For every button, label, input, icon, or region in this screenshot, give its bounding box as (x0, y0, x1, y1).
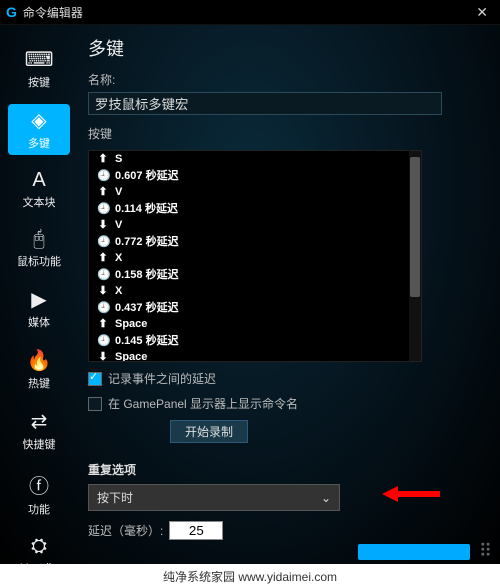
close-icon[interactable]: ✕ (470, 4, 494, 21)
delay-input[interactable] (169, 521, 223, 540)
sidebar-item-4[interactable]: ▶ 媒体 (8, 283, 70, 334)
key-event-row[interactable]: 🕘 0.158 秒延迟 (89, 265, 421, 283)
sidebar-icon: ⇄ (8, 409, 70, 434)
event-text: 0.437 秒延迟 (115, 299, 179, 315)
sidebar-item-label: 快捷键 (23, 439, 56, 451)
sidebar-item-2[interactable]: A 文本块 (8, 165, 70, 214)
chevron-down-icon: ⌄ (321, 491, 331, 505)
event-icon: ⬇ (97, 218, 109, 231)
watermark-icon: ⠿ (479, 541, 492, 562)
sidebar-item-label: 鼠标功能 (17, 256, 61, 268)
sidebar-item-label: 多键 (28, 138, 50, 150)
keys-label: 按键 (88, 125, 482, 142)
event-icon: 🕘 (97, 235, 109, 248)
event-text: Space (115, 351, 147, 363)
event-icon: ⬆ (97, 185, 109, 198)
checkbox-gamepanel[interactable] (88, 397, 102, 411)
sidebar-item-7[interactable]: ⓕ 功能 (8, 466, 70, 521)
key-event-row[interactable]: ⬆X (89, 250, 421, 265)
event-text: 0.772 秒延迟 (115, 233, 179, 249)
repeat-mode-dropdown[interactable]: 按下时 ⌄ (88, 484, 340, 511)
event-text: 0.607 秒延迟 (115, 167, 179, 183)
sidebar-item-6[interactable]: ⇄ 快捷键 (8, 405, 70, 456)
key-event-row[interactable]: 🕘 0.145 秒延迟 (89, 331, 421, 349)
gamepanel-row[interactable]: 在 GamePanel 显示器上显示命令名 (88, 395, 482, 412)
event-icon: 🕘 (97, 334, 109, 347)
event-icon: ⬇ (97, 284, 109, 297)
sidebar-item-label: 文本块 (23, 197, 56, 209)
sidebar-item-label: 按键 (28, 77, 50, 89)
sidebar: ⌨按键◈多键A文本块🖰鼠标功能▶媒体🔥热键⇄快捷键ⓕ功能⛭Ventrilo (0, 25, 78, 565)
footer: 纯净系统家园 www.yidaimei.com (0, 564, 500, 588)
event-text: Space (115, 318, 147, 330)
key-event-row[interactable]: 🕘 0.607 秒延迟 (89, 166, 421, 184)
ok-button[interactable] (358, 544, 470, 560)
event-icon: 🕘 (97, 301, 109, 314)
sidebar-icon: ▶ (8, 287, 70, 312)
window-title: 命令编辑器 (23, 4, 83, 21)
key-event-row[interactable]: 🕘 0.772 秒延迟 (89, 232, 421, 250)
main-panel: 多键 名称: 按键 ⬆S🕘0.607 秒延迟⬆V🕘0.114 秒延迟⬇V🕘0.7… (78, 25, 500, 565)
key-event-row[interactable]: ⬇V (89, 217, 421, 232)
repeat-mode-value: 按下时 (97, 489, 133, 506)
event-text: V (115, 186, 122, 198)
record-delay-row[interactable]: 记录事件之间的延迟 (88, 370, 482, 387)
event-icon: ⬇ (97, 350, 109, 362)
sidebar-item-1[interactable]: ◈ 多键 (8, 104, 70, 155)
sidebar-icon: ⌨ (8, 47, 70, 72)
event-text: X (115, 285, 122, 297)
footer-text: 纯净系统家园 www.yidaimei.com (163, 568, 337, 585)
scrollbar[interactable] (409, 151, 421, 361)
sidebar-item-label: 功能 (28, 504, 50, 516)
key-event-row[interactable]: 🕘 0.437 秒延迟 (89, 298, 421, 316)
record-delay-label: 记录事件之间的延迟 (108, 370, 216, 387)
event-text: 0.114 秒延迟 (115, 200, 178, 216)
sidebar-item-3[interactable]: 🖰 鼠标功能 (8, 224, 70, 273)
event-icon: ⬆ (97, 317, 109, 330)
key-event-row[interactable]: ⬇ Space (89, 349, 421, 362)
macro-name-input[interactable] (88, 92, 442, 115)
event-text: 0.145 秒延迟 (115, 332, 179, 348)
key-event-row[interactable]: 🕘 0.114 秒延迟 (89, 199, 421, 217)
key-event-row[interactable]: ⬇X (89, 283, 421, 298)
event-text: V (115, 219, 122, 231)
logo-icon: G (6, 4, 17, 20)
sidebar-item-label: 媒体 (28, 317, 50, 329)
sidebar-icon: ◈ (8, 108, 70, 133)
event-icon: 🕘 (97, 202, 109, 215)
sidebar-icon: 🔥 (8, 348, 70, 373)
key-event-row[interactable]: ⬆V (89, 184, 421, 199)
scrollbar-thumb[interactable] (410, 157, 420, 297)
titlebar: G 命令编辑器 ✕ (0, 0, 500, 25)
gamepanel-label: 在 GamePanel 显示器上显示命令名 (108, 395, 298, 412)
event-icon: 🕘 (97, 169, 109, 182)
sidebar-icon: A (8, 169, 70, 192)
event-icon: ⬆ (97, 152, 109, 165)
sidebar-item-0[interactable]: ⌨ 按键 (8, 43, 70, 94)
event-text: 0.158 秒延迟 (115, 266, 179, 282)
sidebar-icon: ⛭ (8, 535, 70, 558)
event-icon: ⬆ (97, 251, 109, 264)
event-text: S (115, 153, 122, 165)
key-event-row[interactable]: ⬆S (89, 151, 421, 166)
key-event-row[interactable]: ⬆ Space (89, 316, 421, 331)
name-label: 名称: (88, 71, 482, 88)
delay-label: 延迟（毫秒）: (88, 522, 163, 539)
checkbox-record-delay[interactable] (88, 372, 102, 386)
sidebar-icon: 🖰 (8, 228, 70, 251)
start-record-button[interactable]: 开始录制 (170, 420, 248, 443)
key-events-list[interactable]: ⬆S🕘0.607 秒延迟⬆V🕘0.114 秒延迟⬇V🕘0.772 秒延迟⬆X🕘0… (88, 150, 422, 362)
sidebar-item-5[interactable]: 🔥 热键 (8, 344, 70, 395)
event-text: X (115, 252, 122, 264)
repeat-heading: 重复选项 (88, 461, 482, 478)
sidebar-icon: ⓕ (8, 470, 70, 499)
event-icon: 🕘 (97, 268, 109, 281)
sidebar-item-label: 热键 (28, 378, 50, 390)
panel-heading: 多键 (88, 35, 482, 61)
